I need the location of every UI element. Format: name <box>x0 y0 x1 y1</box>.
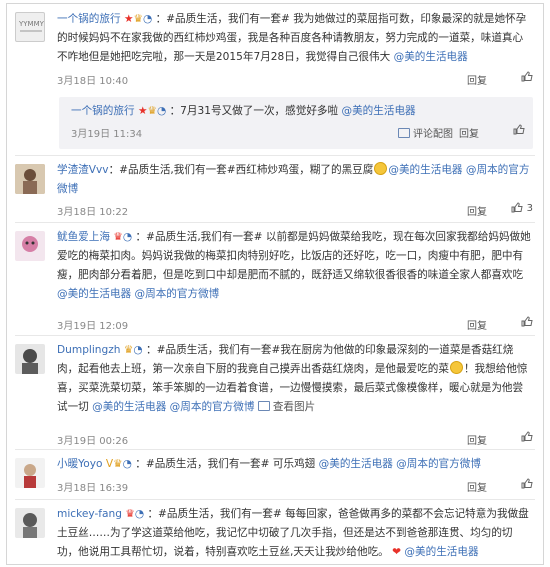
avatar-image <box>15 458 45 488</box>
timestamp: 3月18日 10:40 <box>57 76 129 87</box>
timestamp: 3月18日 10:22 <box>57 207 129 218</box>
medal-icon: ♛ <box>113 458 123 470</box>
comment-meta: 3月19日 00:26 回复 <box>57 431 533 447</box>
avatar[interactable] <box>15 231 45 261</box>
comment-text: 小暖Yoyo V♛◔ ：#品质生活，我们有一套# 可乐鸡翅 @美的生活电器 @周… <box>57 455 533 474</box>
username[interactable]: Dumplingzh <box>57 344 121 356</box>
comment-item: Dumplingzh ♛◔ ：#品质生活，我们有一套#我在厨房为他做的印象最深刻… <box>7 336 543 448</box>
comment-item: YYMMY 一个锅的旅行 ★♛◔ ：#品质生活，我们有一套# 我为她做过的菜屈指… <box>7 4 543 156</box>
comment-text: mickey-fang ♛◔ ：#品质生活，我们有一套# 每每回家，爸爸做再多的… <box>57 505 533 562</box>
mention-link[interactable]: @美的生活电器 <box>341 105 415 117</box>
reply-button[interactable]: 回复 <box>467 317 487 332</box>
nested-text: 一个锅的旅行 ★♛◔ ：7月31号又做了一次，感觉好多啦 @美的生活电器 <box>71 102 525 121</box>
thumbs-up-icon <box>513 124 525 135</box>
reply-button[interactable]: 回复 <box>459 125 479 140</box>
badge-icon: ♛ <box>113 231 123 243</box>
comment-item: 学渣渣Vvv：#品质生活,我们有一套#西红柿炒鸡蛋，糊了的黑豆腐 @美的生活电器 … <box>7 156 543 222</box>
badge-icon: ♛ <box>125 508 135 520</box>
nested-reply: 一个锅的旅行 ★♛◔ ：7月31号又做了一次，感觉好多啦 @美的生活电器 3月1… <box>59 97 533 149</box>
comment-text: 鱿鱼爱上海 ♛◔ ：#品质生活,我们有一套# 以前都是妈妈做菜给我吃，现在每次回… <box>57 228 533 304</box>
reply-button[interactable]: 回复 <box>467 72 487 87</box>
like-button[interactable] <box>521 71 533 83</box>
like-count: 3 <box>526 203 533 214</box>
emoji-icon <box>449 361 463 374</box>
medal-icon: ♛ <box>133 13 143 25</box>
image-icon <box>257 401 270 411</box>
thumbs-up-icon <box>521 478 533 489</box>
avatar-image <box>15 231 45 261</box>
timestamp: 3月19日 11:34 <box>71 129 143 140</box>
vip-icon: ◔ <box>156 105 167 117</box>
reply-button[interactable]: 回复 <box>467 203 487 218</box>
avatar[interactable] <box>15 344 45 374</box>
comment-text: 一个锅的旅行 ★♛◔ ：#品质生活，我们有一套# 我为她做过的菜屈指可数，印象最… <box>57 10 533 67</box>
comment-text: 学渣渣Vvv：#品质生活,我们有一套#西红柿炒鸡蛋，糊了的黑豆腐 @美的生活电器 … <box>57 161 533 199</box>
avatar-image <box>15 344 45 374</box>
medal-icon: ♛ <box>147 105 157 117</box>
timestamp: 3月19日 00:26 <box>57 436 129 447</box>
username[interactable]: 一个锅的旅行 <box>57 13 121 25</box>
avatar-image: YYMMY <box>18 20 45 32</box>
emoji-icon <box>374 162 388 175</box>
timestamp: 3月19日 12:09 <box>57 321 129 332</box>
avatar[interactable] <box>15 164 45 194</box>
comment-meta: 3月19日 12:09 回复 <box>57 316 533 332</box>
nested-username[interactable]: 一个锅的旅行 <box>71 105 135 117</box>
timestamp: 3月18日 16:39 <box>57 483 129 494</box>
nested-meta: 3月19日 11:34 评论配图 回复 <box>71 124 525 140</box>
like-button[interactable] <box>513 124 525 136</box>
comment-item: 鱿鱼爱上海 ♛◔ ：#品质生活,我们有一套# 以前都是妈妈做菜给我吃，现在每次回… <box>7 223 543 334</box>
like-button[interactable]: 3 <box>511 202 533 214</box>
medal-icon: ♛ <box>123 344 134 356</box>
username[interactable]: 学渣渣Vvv <box>57 164 109 176</box>
thumbs-up-icon <box>511 202 524 213</box>
thumbs-up-icon <box>521 71 533 82</box>
heart-icon: ❤ <box>392 546 402 558</box>
mention-link[interactable]: @美的生活电器 @周本的官方微博 <box>92 401 254 413</box>
comment-list: YYMMY 一个锅的旅行 ★♛◔ ：#品质生活，我们有一套# 我为她做过的菜屈指… <box>6 3 544 565</box>
username[interactable]: 鱿鱼爱上海 <box>57 231 110 243</box>
verified-star-icon: ★ <box>123 13 134 25</box>
mention-link[interactable]: @美的生活电器 <box>394 51 468 63</box>
avatar[interactable] <box>15 508 45 538</box>
nested-body: ：7月31号又做了一次，感觉好多啦 <box>169 105 339 117</box>
reply-button[interactable]: 回复 <box>467 479 487 494</box>
comment-body: ：#品质生活,我们有一套#西红柿炒鸡蛋，糊了的黑豆腐 <box>108 164 374 176</box>
comment-meta: 3月18日 10:22 回复 3 <box>57 202 533 218</box>
comment-item: mickey-fang ♛◔ ：#品质生活，我们有一套# 每每回家，爸爸做再多的… <box>7 500 543 564</box>
image-icon <box>398 128 410 138</box>
verified-star-icon: ★ <box>137 105 148 117</box>
avatar-image <box>15 508 45 538</box>
username[interactable]: 小暖Yoyo <box>57 458 102 470</box>
vip-icon: ◔ <box>133 344 143 356</box>
like-button[interactable] <box>521 478 533 490</box>
svg-text:YYMMY: YYMMY <box>18 20 45 28</box>
comment-text: Dumplingzh ♛◔ ：#品质生活，我们有一套#我在厨房为他做的印象最深刻… <box>57 341 533 417</box>
vip-icon: ◔ <box>142 13 153 25</box>
view-comment-image-button[interactable]: 评论配图 <box>398 125 453 140</box>
mention-link[interactable]: @美的生活电器 @周本的官方微博 <box>319 458 481 470</box>
thumbs-up-icon <box>521 316 533 327</box>
avatar[interactable] <box>15 458 45 488</box>
username[interactable]: mickey-fang <box>57 508 122 520</box>
avatar[interactable]: YYMMY <box>15 12 45 42</box>
vip-icon: ◔ <box>122 231 133 243</box>
avatar-image <box>15 164 45 194</box>
mention-link[interactable]: @美的生活电器 <box>404 546 478 558</box>
mention-link[interactable]: @美的生活电器 @周本的官方微博 <box>57 288 219 300</box>
vip-icon: ◔ <box>134 508 145 520</box>
view-image-button[interactable]: 查看图片 <box>257 401 315 413</box>
thumbs-up-icon <box>521 431 533 442</box>
like-button[interactable] <box>521 431 533 443</box>
comment-meta: 3月18日 16:39 回复 <box>57 478 533 494</box>
comment-body: ：#品质生活，我们有一套# 可乐鸡翅 <box>135 458 316 470</box>
comment-meta: 3月18日 10:40 回复 <box>57 71 533 87</box>
reply-button[interactable]: 回复 <box>467 432 487 447</box>
like-button[interactable] <box>521 316 533 328</box>
vip-icon: ◔ <box>122 458 132 470</box>
comment-item: 小暖Yoyo V♛◔ ：#品质生活，我们有一套# 可乐鸡翅 @美的生活电器 @周… <box>7 450 543 498</box>
